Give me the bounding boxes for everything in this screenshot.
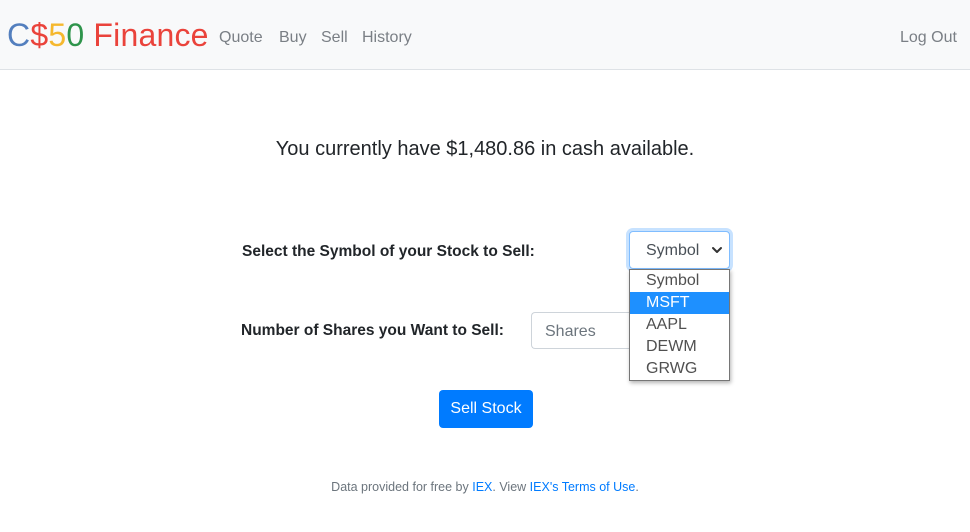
symbol-select[interactable]: Symbol xyxy=(629,231,730,269)
footer-suffix: . xyxy=(635,480,639,494)
brand-logo[interactable]: C$50 Finance xyxy=(7,15,209,55)
footer: Data provided for free by IEX. View IEX'… xyxy=(0,478,970,496)
iex-terms-link[interactable]: IEX's Terms of Use xyxy=(530,480,636,494)
nav-logout[interactable]: Log Out xyxy=(900,26,957,50)
footer-middle: . View xyxy=(492,480,530,494)
shares-placeholder: Shares xyxy=(545,323,596,340)
footer-prefix: Data provided for free by xyxy=(331,480,473,494)
symbol-label: Select the Symbol of your Stock to Sell: xyxy=(242,243,535,260)
symbol-option-dewm[interactable]: DEWM xyxy=(630,336,729,358)
symbol-option-msft[interactable]: MSFT xyxy=(630,292,729,314)
symbol-option-grwg[interactable]: GRWG xyxy=(630,358,729,380)
nav-history[interactable]: History xyxy=(362,26,412,50)
brand-finance: Finance xyxy=(93,17,209,53)
brand-dollar: $ xyxy=(30,17,49,53)
nav-quote[interactable]: Quote xyxy=(219,26,263,50)
symbol-select-value: Symbol xyxy=(646,242,700,259)
navbar: C$50 Finance Quote Buy Sell History Log … xyxy=(0,0,970,70)
symbol-option-symbol[interactable]: Symbol xyxy=(630,270,729,292)
sell-stock-button[interactable]: Sell Stock xyxy=(439,390,533,428)
brand-five: 5 xyxy=(48,17,67,53)
brand-letter-c: C xyxy=(7,17,31,53)
cash-available-text: You currently have $1,480.86 in cash ava… xyxy=(275,138,695,160)
shares-label: Number of Shares you Want to Sell: xyxy=(241,322,504,339)
nav-sell[interactable]: Sell xyxy=(321,26,348,50)
symbol-option-aapl[interactable]: AAPL xyxy=(630,314,729,336)
iex-link[interactable]: IEX xyxy=(472,480,492,494)
chevron-down-icon xyxy=(712,247,722,253)
nav-buy[interactable]: Buy xyxy=(279,26,307,50)
symbol-dropdown-list: Symbol MSFT AAPL DEWM GRWG xyxy=(629,269,730,381)
brand-zero: 0 xyxy=(66,17,85,53)
